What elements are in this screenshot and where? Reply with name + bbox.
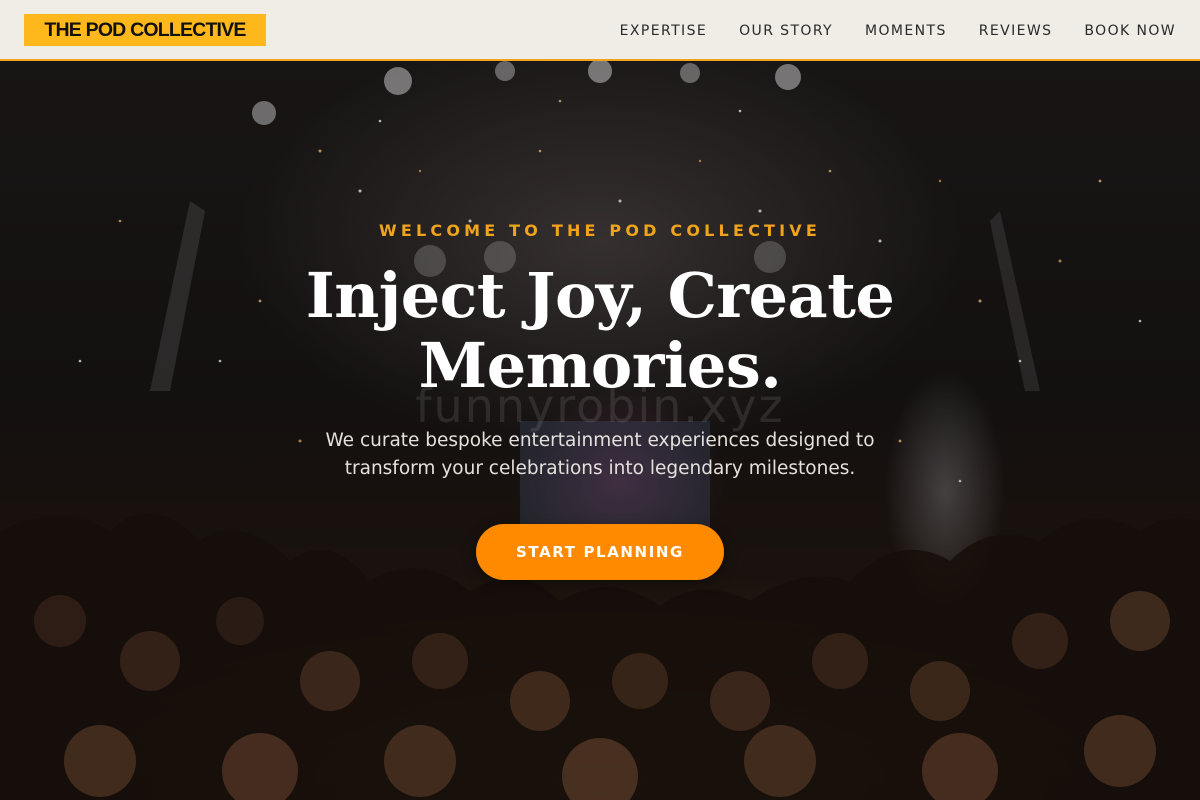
site-logo[interactable]: THE POD COLLECTIVE [24,14,266,46]
hero-headline: Inject Joy, Create Memories. [305,259,895,402]
nav-link-reviews[interactable]: REVIEWS [979,23,1053,39]
nav-link-expertise[interactable]: EXPERTISE [620,23,707,39]
hero-eyebrow: WELCOME TO THE POD COLLECTIVE [379,221,821,240]
nav-link-book-now[interactable]: BOOK NOW [1084,23,1176,39]
hero-content: WELCOME TO THE POD COLLECTIVE Inject Joy… [0,61,1200,800]
top-navbar: THE POD COLLECTIVE EXPERTISE OUR STORY M… [0,0,1200,61]
start-planning-button[interactable]: START PLANNING [476,524,724,580]
nav-link-our-story[interactable]: OUR STORY [739,23,833,39]
hero-subtext: We curate bespoke entertainment experien… [325,430,875,479]
hero-section: WELCOME TO THE POD COLLECTIVE Inject Joy… [0,61,1200,800]
nav-menu: EXPERTISE OUR STORY MOMENTS REVIEWS BOOK… [620,0,1176,61]
nav-link-moments[interactable]: MOMENTS [865,23,947,39]
